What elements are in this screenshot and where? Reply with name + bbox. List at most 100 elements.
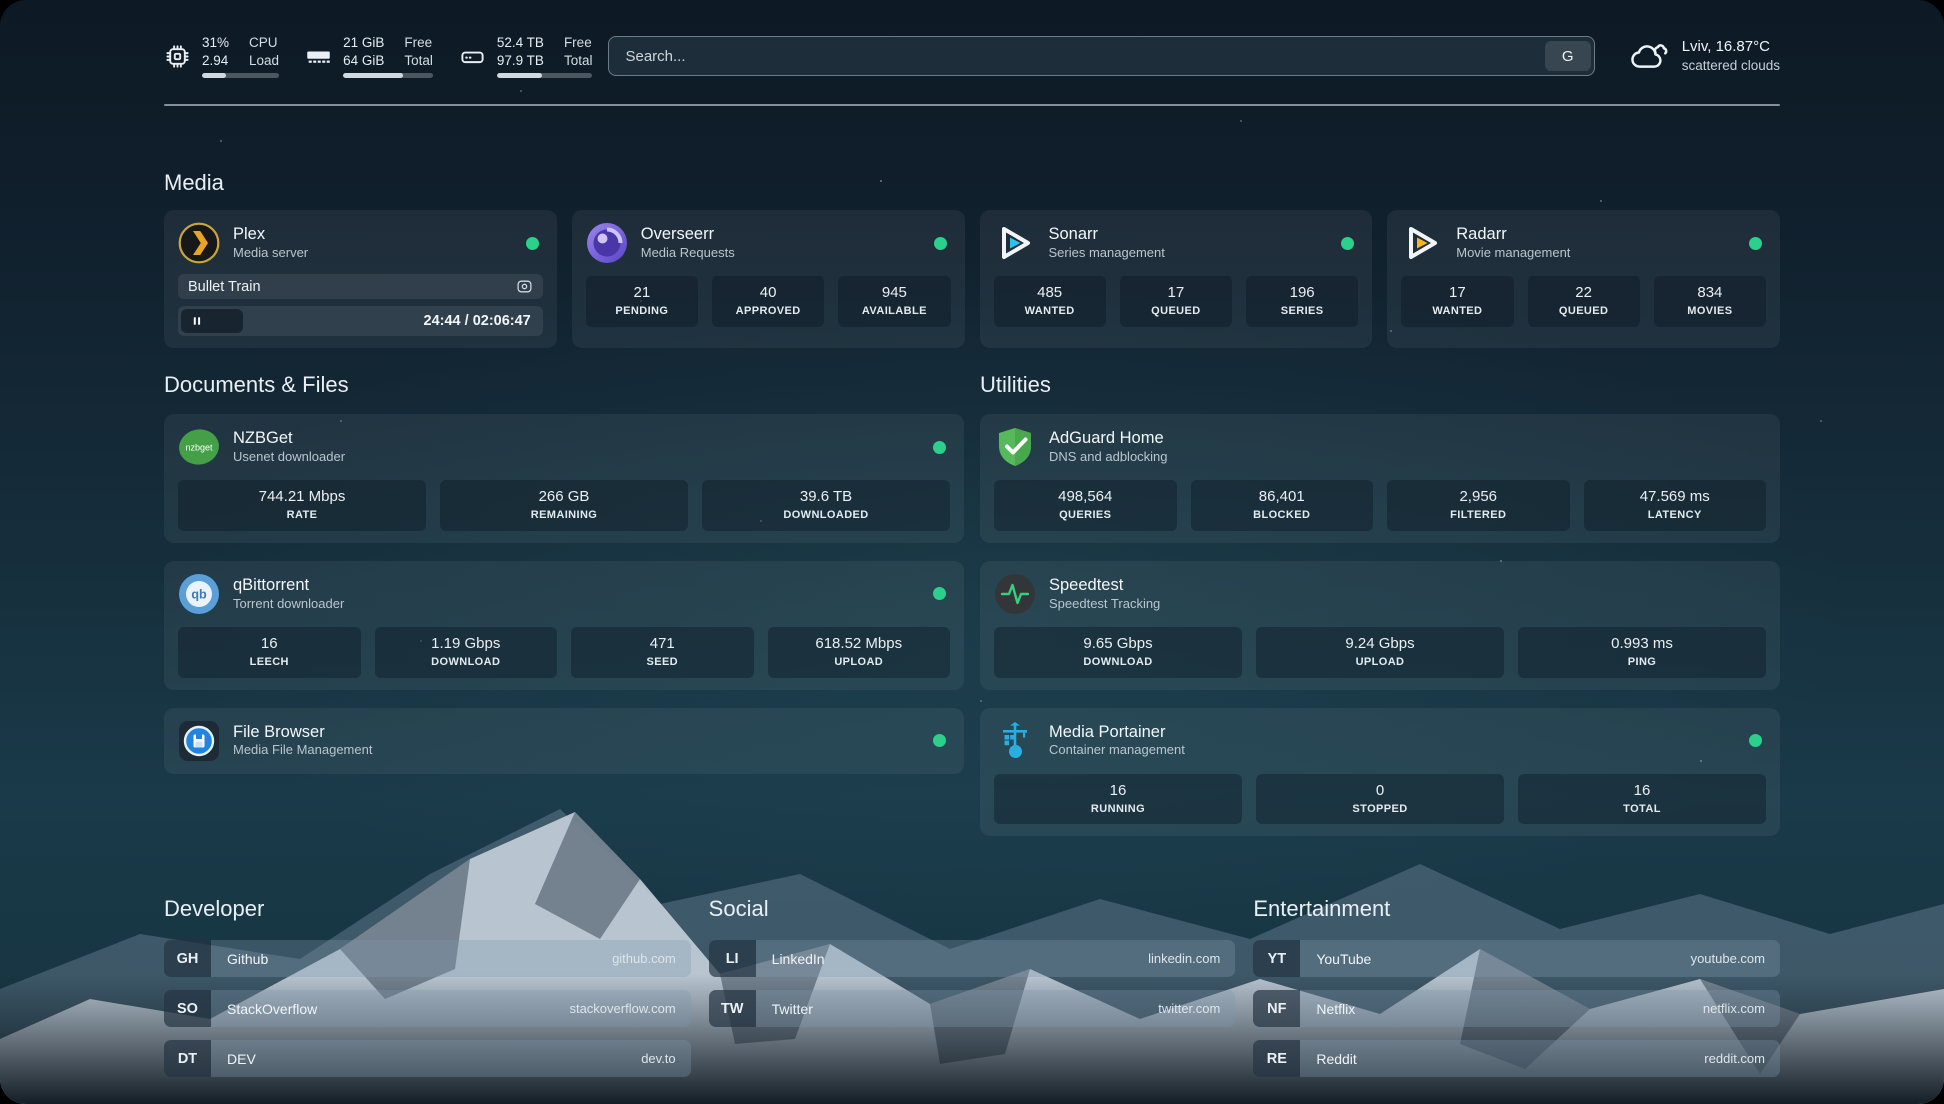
- service-card-adguard[interactable]: AdGuard HomeDNS and adblocking498,564QUE…: [980, 414, 1780, 543]
- status-online-dot: [933, 734, 946, 747]
- bookmark-name: YouTube: [1316, 951, 1371, 967]
- status-online-dot: [933, 441, 946, 454]
- service-stat: 17WANTED: [1401, 276, 1513, 327]
- service-meta: NZBGetUsenet downloader: [233, 428, 345, 466]
- service-description: Series management: [1049, 245, 1165, 262]
- service-description: Usenet downloader: [233, 449, 345, 466]
- resource-label-top: Free: [564, 34, 593, 52]
- bookmark-name: StackOverflow: [227, 1001, 317, 1017]
- service-card-qbittorrent[interactable]: qbqBittorrentTorrent downloader16LEECH1.…: [164, 561, 964, 690]
- status-online-dot: [1749, 734, 1762, 747]
- bookmark-link-dev[interactable]: DTDEVdev.to: [164, 1040, 691, 1077]
- bookmark-link-reddit[interactable]: RERedditreddit.com: [1253, 1040, 1780, 1077]
- service-stats: 744.21 MbpsRATE266 GBREMAINING39.6 TBDOW…: [178, 480, 950, 531]
- service-card-header: Media PortainerContainer management: [994, 720, 1766, 762]
- header-divider: [164, 104, 1780, 106]
- service-card-radarr[interactable]: RadarrMovie management 17WANTED 22QUEUED 83…: [1387, 210, 1780, 348]
- service-stat: 1.19 GbpsDOWNLOAD: [375, 627, 558, 678]
- pause-button[interactable]: [181, 309, 243, 333]
- service-stat: 744.21 MbpsRATE: [178, 480, 426, 531]
- resource-value-bottom: 2.94: [202, 52, 229, 70]
- bookmark-link-linkedin[interactable]: LILinkedInlinkedin.com: [709, 940, 1236, 977]
- bookmark-abbr: SO: [164, 990, 211, 1027]
- bookmark-abbr: YT: [1253, 940, 1300, 977]
- radarr-logo: [1401, 222, 1443, 264]
- stat-label: DOWNLOADED: [706, 507, 946, 524]
- disk-icon: [459, 43, 486, 70]
- service-meta: SpeedtestSpeedtest Tracking: [1049, 575, 1160, 613]
- service-card-filebrowser[interactable]: File BrowserMedia File Management: [164, 708, 964, 774]
- bookmark-link-twitter[interactable]: TWTwittertwitter.com: [709, 990, 1236, 1027]
- bookmark-abbr: DT: [164, 1040, 211, 1077]
- service-stats: 16LEECH1.19 GbpsDOWNLOAD471SEED618.52 Mb…: [178, 627, 950, 678]
- stat-value: 945: [842, 283, 946, 303]
- service-name: File Browser: [233, 722, 372, 743]
- now-playing-title: Bullet Train: [188, 279, 261, 295]
- stat-label: RUNNING: [998, 801, 1238, 818]
- service-description: Media Requests: [641, 245, 735, 262]
- service-stat: 834MOVIES: [1654, 276, 1766, 327]
- resource-value-top: 31%: [202, 34, 229, 52]
- overseerr-logo: [586, 222, 628, 264]
- resource-values: 21 GiB64 GiBFreeTotal: [343, 34, 433, 69]
- plex-logo: [178, 222, 220, 264]
- service-card-plex[interactable]: PlexMedia server Bullet Train 24:44 / 02:0…: [164, 210, 557, 348]
- service-name: AdGuard Home: [1049, 428, 1168, 449]
- service-card-overseerr[interactable]: OverseerrMedia Requests21PENDING40APPROV…: [572, 210, 965, 348]
- bookmark-abbr: LI: [709, 940, 756, 977]
- documents-cards: nzbgetNZBGetUsenet downloader744.21 Mbps…: [164, 414, 964, 774]
- search-bar: G: [608, 36, 1594, 76]
- service-meta: PlexMedia server: [233, 224, 308, 262]
- stat-label: FILTERED: [1391, 507, 1566, 524]
- stat-label: AVAILABLE: [842, 303, 946, 320]
- bookmark-url: twitter.com: [1158, 1001, 1220, 1016]
- bookmark-url: github.com: [612, 951, 676, 966]
- stat-label: WANTED: [1405, 303, 1509, 320]
- bookmark-rows: GHGithubgithub.comSOStackOverflowstackov…: [164, 940, 691, 1077]
- bookmark-link-github[interactable]: GHGithubgithub.com: [164, 940, 691, 977]
- stat-label: REMAINING: [444, 507, 684, 524]
- stat-value: 40: [716, 283, 820, 303]
- search-input[interactable]: [609, 48, 1541, 65]
- bookmark-link-netflix[interactable]: NFNetflixnetflix.com: [1253, 990, 1780, 1027]
- bookmark-url: netflix.com: [1703, 1001, 1765, 1016]
- stat-value: 86,401: [1195, 487, 1370, 507]
- bookmark-rows: LILinkedInlinkedin.com TWTwittertwitter.c…: [709, 940, 1236, 1027]
- bookmark-group-title: Developer: [164, 896, 691, 922]
- service-meta: RadarrMovie management: [1456, 224, 1570, 262]
- service-card-header: PlexMedia server: [178, 222, 543, 264]
- service-card-portainer[interactable]: Media PortainerContainer management16RUN…: [980, 708, 1780, 837]
- weather-widget: Lviv, 16.87°C scattered clouds: [1629, 37, 1780, 75]
- service-description: Media File Management: [233, 742, 372, 759]
- middle-columns: Documents & Files nzbgetNZBGetUsenet dow…: [164, 372, 1780, 836]
- stat-label: UPLOAD: [772, 654, 947, 671]
- service-stat: 16LEECH: [178, 627, 361, 678]
- stat-label: DOWNLOAD: [379, 654, 554, 671]
- resource-value-bottom: 64 GiB: [343, 52, 384, 70]
- resource-body: 31%2.94CPULoad: [202, 34, 279, 78]
- service-stat: 16TOTAL: [1518, 774, 1766, 825]
- resource-progress-fill: [343, 73, 403, 78]
- search-provider-button[interactable]: G: [1545, 41, 1591, 71]
- bookmarks-section: Developer GHGithubgithub.com SO StackOverfl…: [164, 896, 1780, 1077]
- bookmark-group-social: SocialLILinkedInlinkedin.comTWTwittertwi…: [709, 896, 1236, 1077]
- bookmark-link-youtube[interactable]: YTYouTubeyoutube.com: [1253, 940, 1780, 977]
- resource-progress-fill: [497, 73, 542, 78]
- service-card-nzbget[interactable]: nzbgetNZBGetUsenet downloader744.21 Mbps…: [164, 414, 964, 543]
- resource-label-column: FreeTotal: [404, 34, 433, 69]
- bookmark-url: reddit.com: [1704, 1051, 1765, 1066]
- service-card-speedtest[interactable]: SpeedtestSpeedtest Tracking 9.65 GbpsDOWN…: [980, 561, 1780, 690]
- stat-label: QUEUED: [1124, 303, 1228, 320]
- bookmark-rows: YTYouTubeyoutube.comNFNetflixnetflix.com…: [1253, 940, 1780, 1077]
- resource-value-column: 52.4 TB97.9 TB: [497, 34, 544, 69]
- now-playing-title-row: Bullet Train: [178, 274, 543, 299]
- stat-value: 0: [1260, 781, 1500, 801]
- now-playing-progress-row: 24:44 / 02:06:47: [178, 306, 543, 336]
- service-stats: 17WANTED 22QUEUED 834MOVIES: [1401, 276, 1766, 327]
- service-card-sonarr[interactable]: SonarrSeries management485WANTED17QUEUED…: [980, 210, 1373, 348]
- service-stat: 196SERIES: [1246, 276, 1358, 327]
- service-stats: 9.65 GbpsDOWNLOAD9.24 GbpsUPLOAD0.993 ms…: [994, 627, 1766, 678]
- bookmark-link-stackoverflow[interactable]: SOStackOverflowstackoverflow.com: [164, 990, 691, 1027]
- service-stat: 22QUEUED: [1528, 276, 1640, 327]
- service-description: DNS and adblocking: [1049, 449, 1168, 466]
